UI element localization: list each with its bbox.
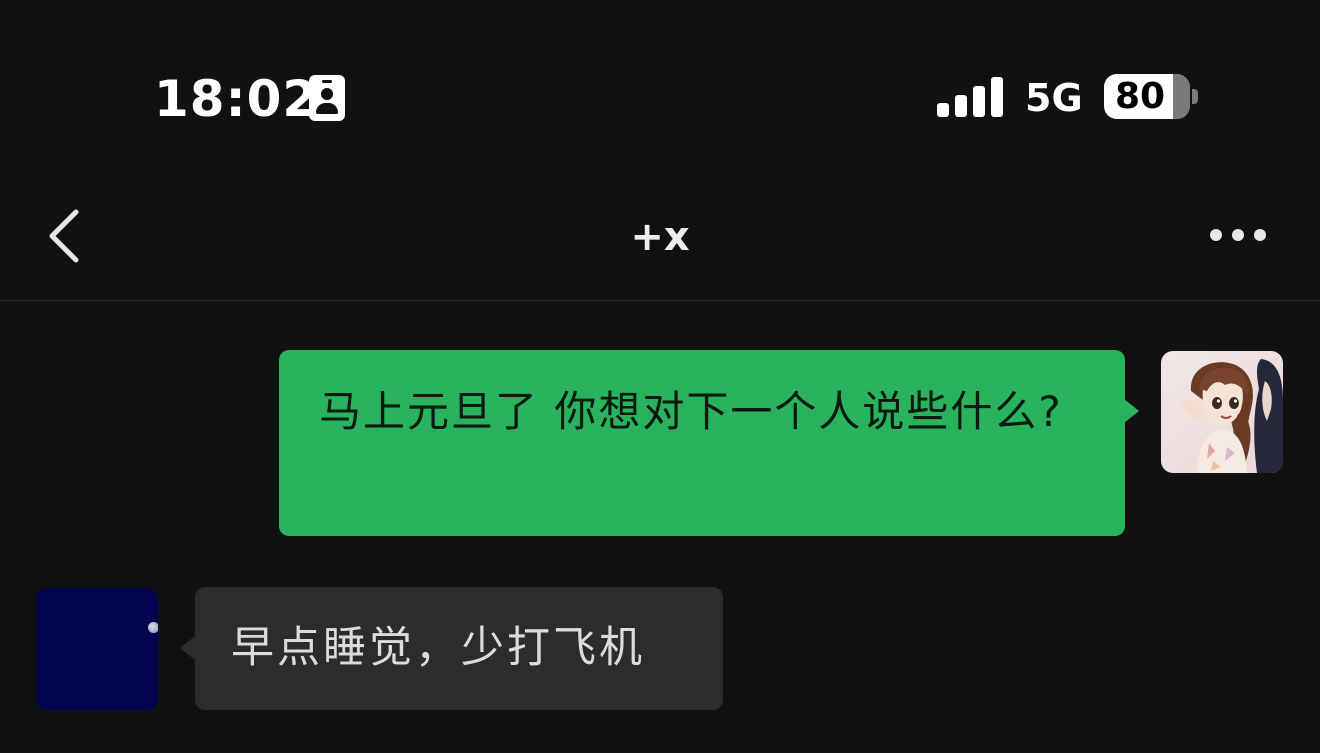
back-button[interactable] bbox=[38, 200, 98, 270]
status-time: 18:02 bbox=[154, 70, 319, 128]
network-type: 5G bbox=[1025, 76, 1083, 120]
status-bar: 18:02 5G 80 bbox=[0, 0, 1320, 150]
battery-icon: 80 bbox=[1104, 74, 1190, 119]
anime-girl-avatar-image bbox=[1161, 351, 1283, 473]
chevron-left-icon bbox=[49, 209, 79, 263]
incoming-bubble-tail bbox=[180, 636, 195, 660]
self-avatar[interactable] bbox=[1161, 351, 1283, 473]
moon-icon bbox=[148, 622, 158, 633]
contact-avatar[interactable] bbox=[36, 588, 158, 710]
battery-cap bbox=[1192, 89, 1198, 104]
signal-icon bbox=[937, 77, 1003, 117]
outgoing-message-bubble[interactable]: 马上元旦了 你想对下一个人说些什么? bbox=[279, 350, 1125, 536]
chat-title: +x bbox=[630, 214, 690, 260]
outgoing-bubble-tail bbox=[1124, 399, 1139, 423]
chat-header: +x bbox=[0, 150, 1320, 301]
battery-level: 80 bbox=[1114, 76, 1166, 117]
more-options-button[interactable] bbox=[1198, 210, 1278, 260]
id-card-icon bbox=[309, 75, 345, 121]
incoming-message-bubble[interactable]: 早点睡觉，少打飞机 bbox=[195, 587, 723, 710]
